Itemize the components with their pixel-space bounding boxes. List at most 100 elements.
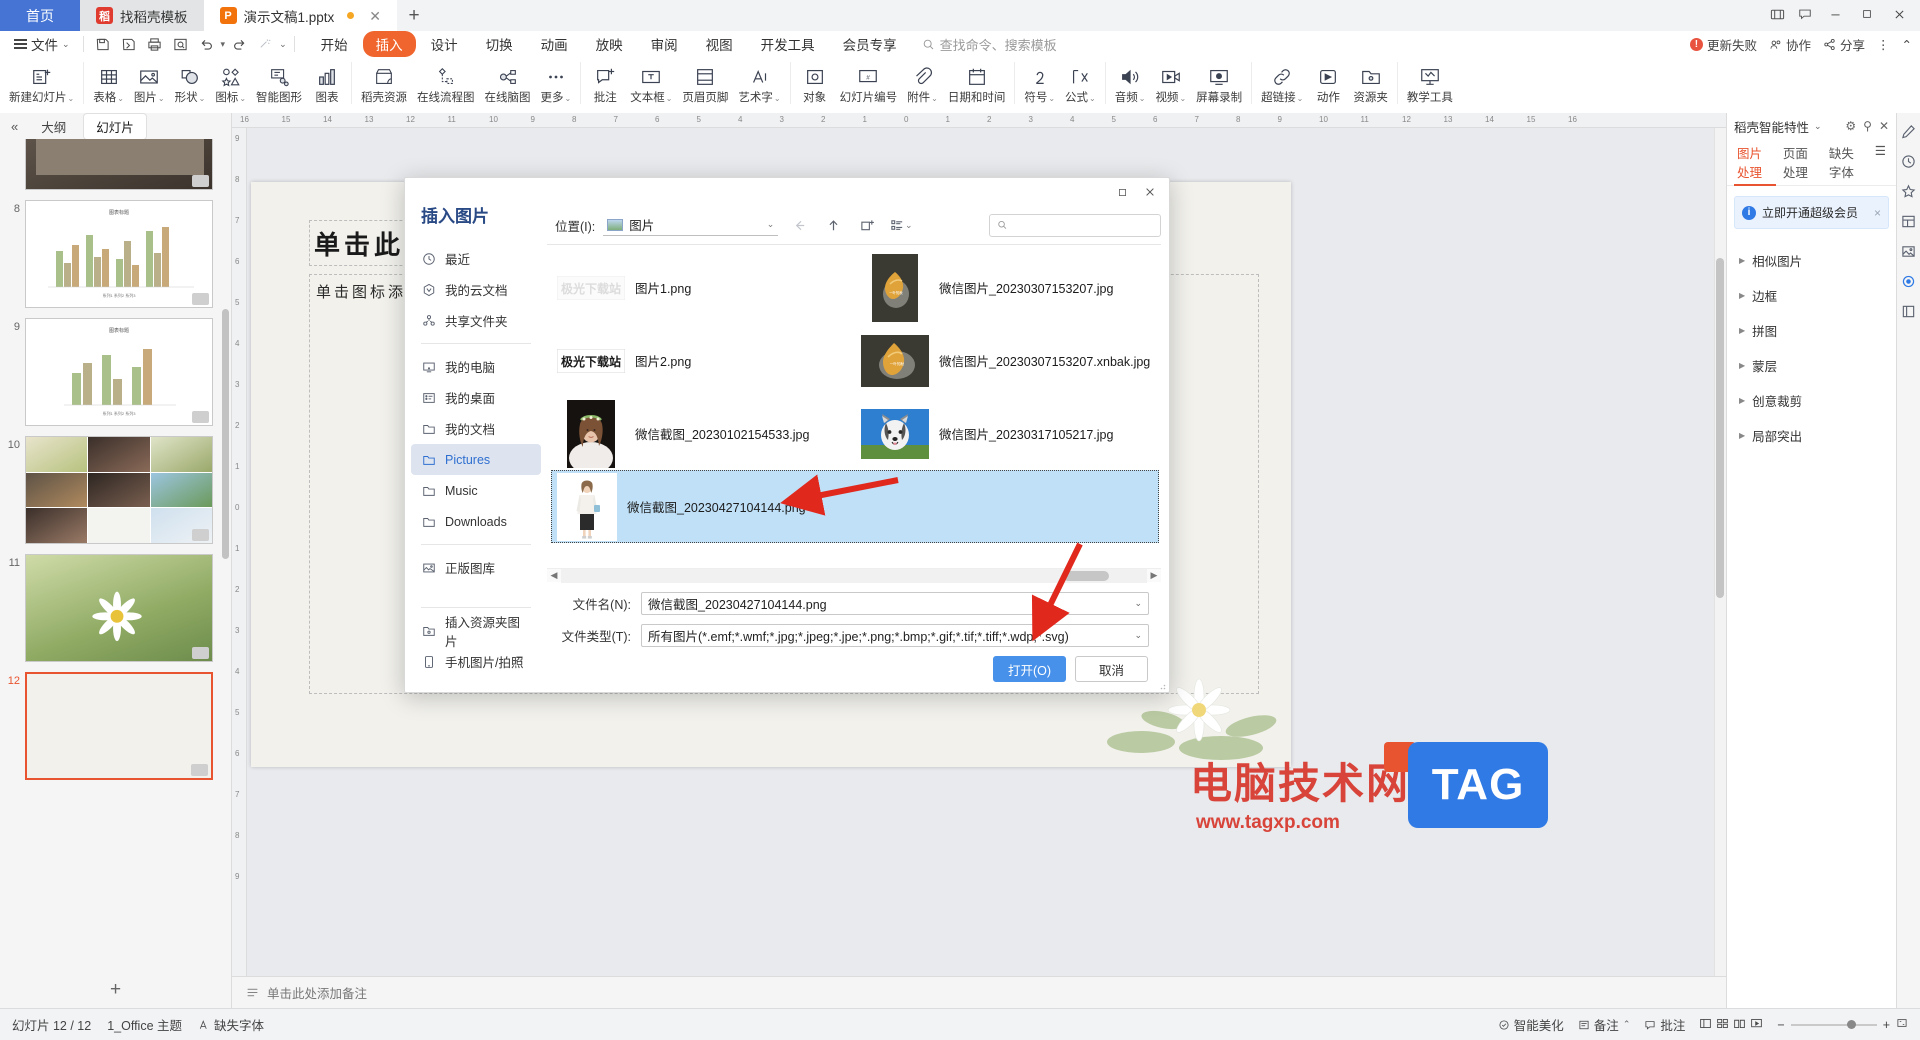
print-icon[interactable] [143, 33, 167, 55]
slide-thumbnail-selected[interactable] [25, 672, 213, 780]
scrollbar-track[interactable] [561, 568, 1147, 583]
slide-thumbnail[interactable]: 图表标题 系列1 系列2 系列3 [25, 318, 213, 426]
row-border[interactable]: ▶ 边框 [1727, 278, 1896, 313]
shapes-button[interactable]: 形状⌄ [170, 60, 211, 113]
tab-presentation1[interactable]: P 演示文稿1.pptx ✕ [203, 0, 398, 31]
tab-design[interactable]: 设计 [418, 31, 471, 57]
row-mask[interactable]: ▶ 蒙层 [1727, 348, 1896, 383]
image-tool-icon[interactable] [1900, 243, 1917, 260]
location-combobox[interactable]: 图片 ⌄ [603, 214, 779, 236]
comment-icon[interactable] [1792, 2, 1818, 26]
online-flowchart-button[interactable]: 在线流程图 [412, 60, 480, 113]
audio-button[interactable]: 音频⌄ [1110, 60, 1151, 113]
attachment-button[interactable]: 附件⌄ [902, 60, 943, 113]
slide-thumbnail[interactable] [25, 436, 213, 544]
file-item[interactable]: 一叶知秋 微信图片_20230307153207.xnbak.jpg [855, 324, 1159, 397]
close-icon[interactable] [1884, 1, 1914, 27]
collapse-ribbon-icon[interactable]: ⌃ [1902, 37, 1912, 52]
chevron-up-icon[interactable]: ⌃ [1623, 1019, 1631, 1030]
redo-icon[interactable] [227, 33, 251, 55]
beautify-button[interactable]: 智能美化 [1498, 1015, 1564, 1034]
slide-thumbnail[interactable] [25, 554, 213, 662]
notes-button[interactable]: 备注 ⌃ [1578, 1015, 1631, 1034]
tab-member[interactable]: 会员专享 [830, 31, 910, 57]
sidebar-item-cloud[interactable]: 我的云文档 [411, 274, 541, 305]
tab-view[interactable]: 视图 [693, 31, 746, 57]
file-item[interactable]: 微信图片_20230317105217.jpg [855, 397, 1159, 470]
sidebar-item-stock-gallery[interactable]: 正版图库 [411, 552, 541, 583]
theme-label[interactable]: 1_Office 主题 [107, 1015, 182, 1034]
format-painter-icon[interactable] [253, 33, 277, 55]
list-item[interactable]: 9 图表标题 系列1 系列2 系列3 [0, 313, 231, 431]
zoom-in-button[interactable]: + [1883, 1018, 1890, 1032]
close-icon[interactable]: × [1874, 206, 1881, 220]
filename-input[interactable]: 微信截图_20230427104144.png ⌄ [641, 592, 1149, 615]
textbox-button[interactable]: 文本框⌄ [625, 60, 677, 113]
smart-feature-icon[interactable] [1900, 273, 1917, 290]
sidebar-item-pictures[interactable]: Pictures [411, 444, 541, 475]
resource-folder-button[interactable]: 资源夹 [1348, 60, 1393, 113]
filetype-input[interactable]: 所有图片(*.emf;*.wmf;*.jpg;*.jpeg;*.jpe;*.pn… [641, 624, 1149, 647]
tab-docer-template[interactable]: 稻 找稻壳模板 [80, 0, 204, 31]
chart-button[interactable]: 图表 [307, 60, 347, 113]
collapse-left-icon[interactable]: « [6, 119, 23, 134]
zoom-track[interactable] [1790, 1019, 1877, 1029]
hyperlink-button[interactable]: 超链接⌄ [1256, 60, 1308, 113]
more-button[interactable]: 更多⌄ [536, 60, 577, 113]
notes-bar[interactable]: 单击此处添加备注 [232, 976, 1726, 1008]
row-similar-images[interactable]: ▶ 相似图片 [1727, 243, 1896, 278]
new-tab-button[interactable]: + [397, 0, 432, 31]
tab-animation[interactable]: 动画 [528, 31, 581, 57]
tab-outline[interactable]: 大纲 [29, 114, 78, 139]
pin-icon[interactable]: ⚲ [1863, 119, 1872, 133]
insert-picture-dialog[interactable]: 插入图片 最近 我的云文档 共享文件夹 我的电脑 我的桌面 我的文档 Pictu… [404, 177, 1170, 693]
view-mode-icon[interactable]: ⌄ [888, 212, 914, 238]
save-icon[interactable] [91, 33, 115, 55]
collab-button[interactable]: 协作 [1769, 35, 1811, 54]
close-icon[interactable] [1137, 181, 1163, 203]
fit-icon[interactable] [1896, 1017, 1908, 1032]
file-item[interactable]: 极光下载站 图片2.png [551, 324, 855, 397]
slides-list[interactable]: 8 图表标题 系列1 系列2 系列3 9 图表标题 系列1 系列2 系列3 10… [0, 139, 231, 972]
list-item[interactable]: 12 [0, 667, 231, 785]
file-item[interactable]: 微信截图_20230102154533.jpg [551, 397, 855, 470]
back-icon[interactable] [786, 212, 812, 238]
history-icon[interactable] [1900, 153, 1917, 170]
open-button[interactable]: 打开(O) [993, 656, 1066, 682]
sidebar-item-my-desktop[interactable]: 我的桌面 [411, 382, 541, 413]
sidebar-item-downloads[interactable]: Downloads [411, 506, 541, 537]
sidebar-item-shared-folder[interactable]: 共享文件夹 [411, 305, 541, 336]
list-item[interactable]: 10 [0, 431, 231, 549]
chevron-down-icon[interactable]: ⌄ [1128, 630, 1142, 641]
formula-button[interactable]: 公式⌄ [1060, 60, 1101, 113]
tab-review[interactable]: 审阅 [638, 31, 691, 57]
action-button[interactable]: 动作 [1308, 60, 1348, 113]
smartart-button[interactable]: 智能图形 [251, 60, 307, 113]
wordart-button[interactable]: 艺术字⌄ [733, 60, 785, 113]
file-item-selected[interactable]: 微信截图_20230427104144.png [551, 470, 1159, 543]
undo-dropdown-icon[interactable]: ▾ [221, 39, 226, 50]
new-slide-button[interactable]: 新建幻灯片⌄ [4, 60, 79, 113]
customize-qat-icon[interactable]: ⌄ [279, 39, 287, 50]
sidebar-item-phone-photo[interactable]: 手机图片/拍照 [411, 646, 541, 677]
tab-home[interactable]: 首页 [0, 0, 80, 31]
header-footer-button[interactable]: 页眉页脚 [677, 60, 733, 113]
star-icon[interactable] [1900, 183, 1917, 200]
reading-view-icon[interactable] [1733, 1017, 1746, 1033]
scrollbar-thumb[interactable] [1716, 258, 1724, 598]
tab-page-processing[interactable]: 页面处理 [1780, 139, 1822, 185]
share-button[interactable]: 分享 [1823, 35, 1865, 54]
tab-slideshow[interactable]: 放映 [583, 31, 636, 57]
layout-icon[interactable] [1900, 213, 1917, 230]
tab-insert[interactable]: 插入 [362, 31, 416, 57]
add-slide-button[interactable]: + [0, 972, 231, 1008]
gear-icon[interactable]: ⚙ [1845, 119, 1856, 133]
tab-transition[interactable]: 切换 [473, 31, 526, 57]
zoom-out-button[interactable]: − [1777, 1018, 1784, 1032]
pen-icon[interactable] [1900, 123, 1917, 140]
maximize-icon[interactable] [1109, 181, 1135, 203]
widget-icon[interactable] [1900, 303, 1917, 320]
maximize-icon[interactable] [1852, 1, 1882, 27]
resize-grip-icon[interactable] [1156, 680, 1166, 690]
file-horizontal-scrollbar[interactable]: ◀ ▶ [547, 568, 1161, 583]
